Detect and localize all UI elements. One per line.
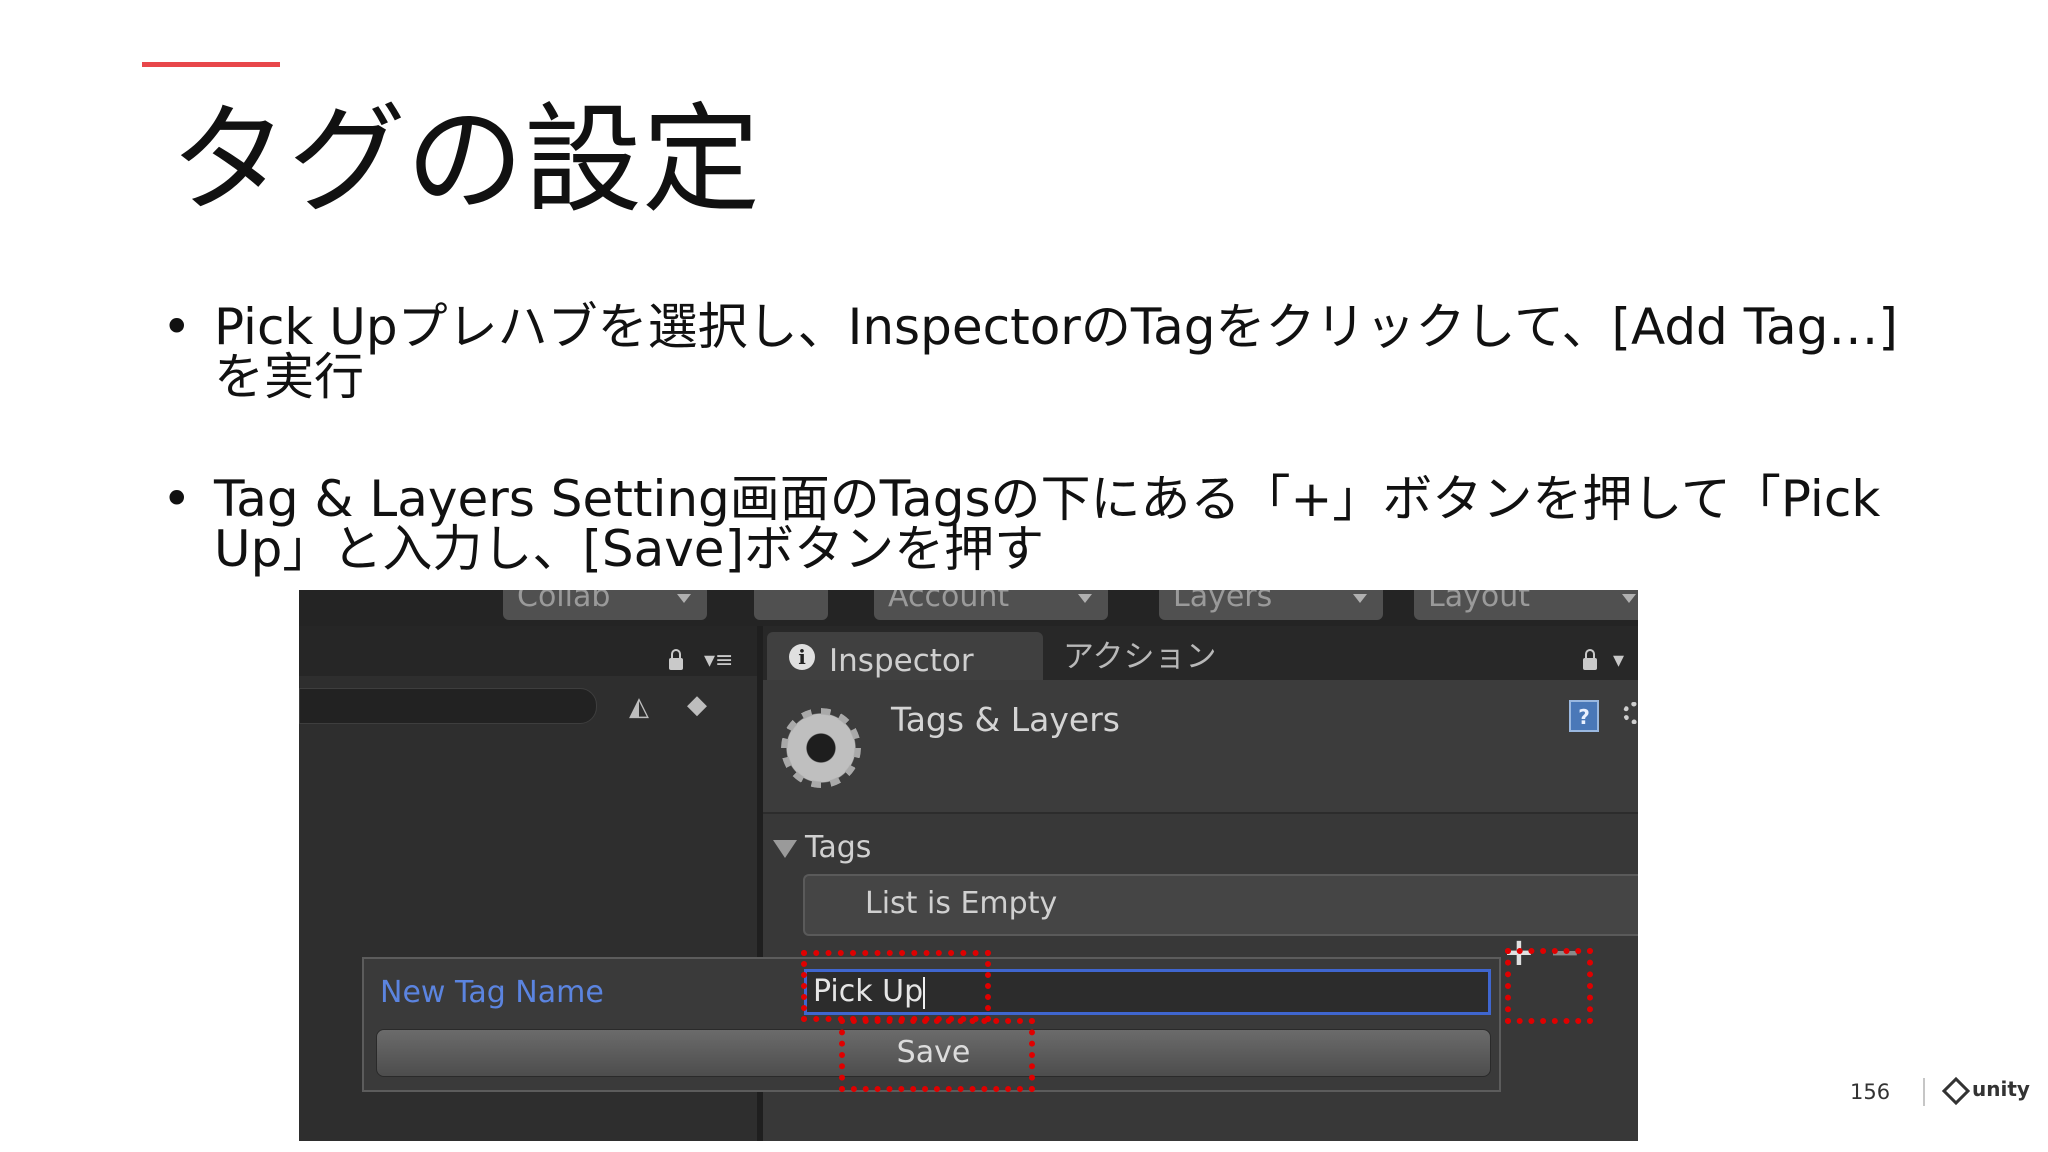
inspector-title: Tags & Layers [891, 700, 1120, 739]
account-button[interactable]: Account [874, 590, 1108, 620]
unity-cube-icon [1941, 1076, 1971, 1105]
chevron-down-icon [1622, 594, 1636, 603]
hierarchy-header: ▾≡ [299, 626, 757, 676]
bullet-text: Tag & Layers Setting画面のTagsの下にある「+」ボタンを押… [214, 470, 1881, 578]
tab-strip: i Inspector アクション ▾ [763, 626, 1638, 680]
lock-icon[interactable] [1583, 649, 1597, 670]
bullet-item: • Pick Upプレハブを選択し、InspectorのTagをクリックして、[A… [160, 302, 1920, 402]
help-icon[interactable]: ? [1569, 700, 1599, 732]
unity-editor-screenshot: Collab Account Layers Layout ▾≡ ◭ ◆ i In… [299, 590, 1638, 1141]
tags-label: Tags [805, 830, 872, 865]
panel-menu-icon[interactable]: ▾≡ [704, 650, 733, 672]
panel-menu-icon[interactable]: ▾ [1613, 650, 1624, 672]
slide-title: タグの設定 [170, 91, 761, 229]
tab-inspector-label: Inspector [829, 643, 974, 679]
title-accent-line [142, 62, 280, 67]
new-tag-name-label: New Tag Name [380, 975, 604, 1010]
tags-list: List is Empty [803, 874, 1638, 936]
tab-action[interactable]: アクション [1063, 640, 1216, 674]
layers-button[interactable]: Layers [1159, 590, 1383, 620]
search-input[interactable] [299, 688, 597, 724]
chevron-down-icon [1078, 594, 1092, 603]
triangle-down-icon [773, 839, 797, 858]
info-icon: i [789, 644, 815, 670]
highlight-input [801, 950, 991, 1022]
bullet-dot: • [162, 470, 192, 528]
lock-icon[interactable] [669, 649, 683, 670]
layers-label: Layers [1173, 590, 1273, 614]
collab-label: Collab [517, 590, 611, 614]
collab-button[interactable]: Collab [503, 590, 707, 620]
footer-divider [1923, 1078, 1925, 1106]
page-number: 156 [1850, 1080, 1891, 1104]
bullet-dot: • [162, 298, 192, 356]
unity-logo: unity [1941, 1076, 2030, 1105]
filter-type-icon[interactable]: ◭ [629, 692, 649, 722]
bullet-text: Pick Upプレハブを選択し、InspectorのTagをクリックして、[Ad… [214, 298, 1898, 406]
tag-icon[interactable]: ◆ [687, 690, 707, 720]
layout-label: Layout [1428, 590, 1530, 614]
highlight-save [839, 1018, 1035, 1092]
layout-button[interactable]: Layout [1414, 590, 1638, 620]
cloud-button[interactable] [754, 590, 828, 620]
tags-foldout[interactable]: Tags [773, 830, 871, 866]
chevron-down-icon [1353, 594, 1367, 603]
editor-toolbar: Collab Account Layers Layout [299, 590, 1638, 626]
settings-gear-icon [781, 708, 861, 788]
chevron-down-icon [677, 594, 691, 603]
unity-logo-text: unity [1972, 1077, 2030, 1101]
highlight-plus [1505, 948, 1593, 1024]
bullet-item: • Tag & Layers Setting画面のTagsの下にある「+」ボタンを… [160, 474, 1920, 574]
list-empty-label: List is Empty [865, 886, 1058, 921]
tab-inspector[interactable]: i Inspector [767, 632, 1043, 680]
account-label: Account [888, 590, 1010, 614]
gear-icon[interactable] [1623, 702, 1638, 724]
inspector-header: Tags & Layers ? [763, 680, 1638, 814]
